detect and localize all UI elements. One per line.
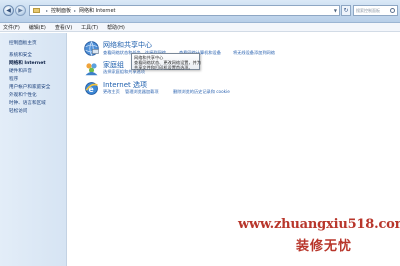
control-panel-icon bbox=[33, 8, 40, 13]
link-change-homepage[interactable]: 更改主页 bbox=[103, 89, 120, 95]
link-add-wireless-device[interactable]: 将无线设备添加到网络 bbox=[233, 50, 275, 56]
network-sharing-center-icon bbox=[84, 41, 99, 56]
sidebar-item-system-security[interactable]: 系统和安全 bbox=[9, 52, 32, 58]
menu-file[interactable]: 文件(F) bbox=[3, 24, 20, 31]
breadcrumb-separator-icon: ▸ bbox=[46, 8, 49, 13]
menu-help[interactable]: 帮助(H) bbox=[107, 24, 125, 31]
search-icon bbox=[390, 8, 395, 13]
link-delete-browsing-history[interactable]: 删除浏览的历史记录和 cookie bbox=[173, 89, 230, 95]
watermark-text: 装修无忧 bbox=[296, 239, 353, 254]
refresh-button[interactable]: ↻ bbox=[341, 5, 351, 16]
breadcrumb-control-panel[interactable]: 控制面板 bbox=[51, 7, 71, 14]
watermark-url: www.zhuangxiu518.com bbox=[238, 217, 400, 232]
menu-edit[interactable]: 编辑(E) bbox=[29, 24, 46, 31]
menu-tools[interactable]: 工具(T) bbox=[81, 24, 98, 31]
refresh-icon: ↻ bbox=[343, 7, 349, 14]
navigation-bar: ◀ ▶ ▸ 控制面板 ▸ 网络和 Internet ▼ ↻ 搜索控制面板 bbox=[0, 0, 400, 23]
breadcrumb-separator-icon: ▸ bbox=[74, 8, 77, 13]
left-navigation-pane: 控制面板主页 系统和安全 网络和 Internet 硬件和声音 程序 用户帐户和… bbox=[0, 33, 67, 266]
tooltip-network-sharing-center: 网络和共享中心 查看网络状态、更改网络设置，并为 共享文件和打印机设置首选项。 bbox=[131, 53, 201, 70]
sidebar-item-clock-language[interactable]: 时钟、语言和区域 bbox=[9, 100, 46, 106]
network-sharing-center-title[interactable]: 网络和共享中心 bbox=[103, 40, 152, 50]
sidebar-item-ease-of-access[interactable]: 轻松访问 bbox=[9, 108, 27, 114]
internet-options-icon: e bbox=[85, 82, 98, 95]
search-placeholder: 搜索控制面板 bbox=[356, 8, 380, 13]
svg-text:e: e bbox=[89, 85, 94, 94]
sidebar-item-user-accounts[interactable]: 用户帐户和家庭安全 bbox=[9, 84, 50, 90]
tooltip-line: 共享文件和打印机设置首选项。 bbox=[134, 65, 193, 70]
sidebar-item-appearance[interactable]: 外观和个性化 bbox=[9, 92, 37, 98]
menu-bar: 文件(F) 编辑(E) 查看(V) 工具(T) 帮助(H) bbox=[0, 23, 400, 32]
search-input[interactable]: 搜索控制面板 bbox=[353, 5, 398, 16]
back-button[interactable]: ◀ bbox=[3, 5, 14, 16]
forward-arrow-icon: ▶ bbox=[18, 6, 23, 14]
sidebar-item-control-panel-home[interactable]: 控制面板主页 bbox=[9, 40, 37, 46]
address-dropdown-icon[interactable]: ▼ bbox=[334, 8, 337, 13]
sidebar-item-programs[interactable]: 程序 bbox=[9, 76, 18, 82]
sidebar-item-hardware-sound[interactable]: 硬件和声音 bbox=[9, 68, 32, 74]
sidebar-item-network-internet[interactable]: 网络和 Internet bbox=[9, 60, 46, 66]
homegroup-icon bbox=[85, 63, 98, 76]
address-bar[interactable]: ▸ 控制面板 ▸ 网络和 Internet ▼ bbox=[29, 5, 340, 16]
breadcrumb-network-internet[interactable]: 网络和 Internet bbox=[79, 7, 115, 14]
back-arrow-icon: ◀ bbox=[6, 6, 11, 14]
forward-button[interactable]: ▶ bbox=[15, 5, 26, 16]
link-manage-addons[interactable]: 管理浏览器加载项 bbox=[125, 89, 159, 95]
menu-view[interactable]: 查看(V) bbox=[55, 24, 72, 31]
